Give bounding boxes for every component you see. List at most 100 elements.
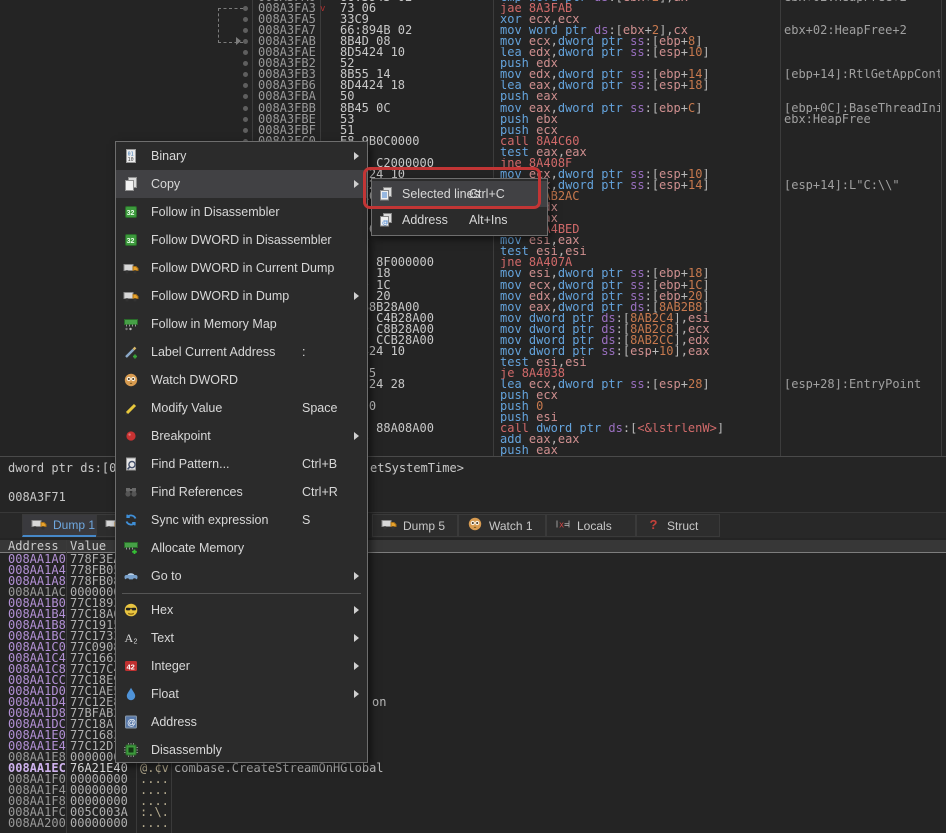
tab-label: Watch 1 [489,519,533,533]
chip-icon [123,742,139,758]
disassembly-row[interactable]: 008A3FB68D4424 18lea eax,dword ptr ss:[e… [0,80,946,91]
svg-text:x=: x= [559,521,569,531]
instruction-cell: test eax,eax [500,147,778,158]
menu-item-watch-dword[interactable]: Watch DWORD [116,366,367,394]
disassembly-row[interactable]: 008A3FAE8D5424 10lea edx,dword ptr ss:[e… [0,47,946,58]
row-bullet-icon [243,50,248,55]
menu-item-label: Follow DWORD in Dump [151,289,289,303]
instruction-cell: mov dword ptr ss:[esp+10],eax [500,346,778,357]
instruction-cell: mov esi,dword ptr ss:[ebp+18] [500,268,778,279]
menu-item-label: Copy [151,177,180,191]
row-bullet-icon [243,117,248,122]
menu-item-address[interactable]: @Address [116,708,367,736]
disassembly-row[interactable]: 008A3FAB8B4D 08mov ecx,dword ptr ss:[ebp… [0,36,946,47]
menu-item-follow-dword-in-dump[interactable]: Follow DWORD in Dump [116,282,367,310]
row-bullet-icon [243,28,248,33]
menu-item-find-references[interactable]: Find ReferencesCtrl+R [116,478,367,506]
disassembly-row[interactable]: 008A3FB252push edx [0,58,946,69]
menu-item-label: Find References [151,485,243,499]
menu-item-float[interactable]: Float [116,680,367,708]
tab-label: Dump 5 [403,519,445,533]
row-bullet-icon [243,83,248,88]
menu-item-label-current-address[interactable]: Label Current Address: [116,338,367,366]
row-bullet-icon [243,128,248,133]
truck-icon [381,516,397,535]
menu-item-go-to[interactable]: Go to [116,562,367,590]
comment-cell: [ebp+0C]:BaseThreadInitTh [784,103,940,114]
copy-address-icon: @ [378,212,394,228]
tab-dump-1[interactable]: Dump 1 [22,514,106,537]
menu-item-label: Follow DWORD in Current Dump [151,261,334,275]
tab-dump-5[interactable]: Dump 5 [372,514,458,537]
row-bullet-icon [243,17,248,22]
disassembly-row[interactable]: 008A3FA533C9xor ecx,ecx [0,14,946,25]
menu-item-modify-value[interactable]: Modify ValueSpace [116,394,367,422]
submenu-arrow-icon [354,606,359,614]
submenu-item-address[interactable]: @AddressAlt+Ins [372,207,547,233]
menu-item-allocate-memory[interactable]: Allocate Memory [116,534,367,562]
svg-text:32: 32 [127,238,135,245]
menu-item-copy[interactable]: Copy [116,170,367,198]
dump-row[interactable]: 008AA20000000000.... [0,818,946,829]
instruction-cell: jne 8A407A [500,257,778,268]
menu-item-follow-dword-in-disassembler[interactable]: 32 Follow DWORD in Disassembler [116,226,367,254]
row-bullet-icon [243,106,248,111]
submenu-arrow-icon [354,180,359,188]
svg-text:?: ? [650,517,658,532]
struct-icon: ? [645,516,661,535]
menu-item-label: Sync with expression [151,513,268,527]
tab-label: Locals [577,519,612,533]
instruction-cell: call 8A4C60 [500,136,778,147]
svg-text:42: 42 [127,662,135,671]
menu-item-shortcut: S [302,513,310,527]
submenu-item-shortcut: Alt+Ins [469,213,508,227]
address-book-icon: @ [123,714,139,730]
menu-item-label: Float [151,687,179,701]
menu-item-label: Binary [151,149,186,163]
menu-item-binary[interactable]: 0110Binary [116,142,367,170]
menu-item-follow-in-memory-map[interactable]: Follow in Memory Map [116,310,367,338]
comment-cell: [esp+28]:EntryPoint [784,379,940,390]
tab-watch-1[interactable]: Watch 1 [458,514,546,537]
disassembly-row[interactable]: 008A3FB38B55 14mov edx,dword ptr ss:[ebp… [0,69,946,80]
sync-icon [123,512,139,528]
tab-locals[interactable]: x= Locals [546,514,636,537]
disassembly-row[interactable]: 008A3FBE53push ebxebx:HeapFree [0,114,946,125]
instruction-cell: mov word ptr ds:[ebx+2],cx [500,25,778,36]
disassembly-row[interactable]: v008A3FA373 06jae 8A3FAB [0,3,946,14]
menu-item-label: Watch DWORD [151,373,238,387]
tab-struct[interactable]: ?Struct [636,514,720,537]
menu-item-find-pattern[interactable]: Find Pattern...Ctrl+B [116,450,367,478]
alloc-icon [123,540,139,556]
menu-item-shortcut: : [302,345,305,359]
chip32-icon: 32 [123,232,139,248]
menu-item-text[interactable]: A2Text [116,624,367,652]
menu-item-shortcut: Ctrl+B [302,457,337,471]
menu-item-integer[interactable]: 42Integer [116,652,367,680]
dump-ascii-cell: .... [140,818,169,829]
menu-item-label: Breakpoint [151,429,211,443]
instruction-cell: mov ecx,dword ptr ss:[ebp+1C] [500,280,778,291]
instruction-cell: mov dword ptr ds:[8AB2C4],esi [500,313,778,324]
instruction-cell: mov esi,eax [500,235,778,246]
text-icon: A2 [123,630,139,646]
menu-item-follow-in-disassembler[interactable]: 32Follow in Disassembler [116,198,367,226]
menu-item-sync-with-expression[interactable]: Sync with expression S [116,506,367,534]
disassembly-row[interactable]: 008A3FA766:894B 02mov word ptr ds:[ebx+2… [0,25,946,36]
instruction-cell: push edx [500,58,778,69]
disassembly-row[interactable]: 008A3FBF51push ecx [0,125,946,136]
disassembly-row[interactable]: 008A3FBB8B45 0Cmov eax,dword ptr ss:[ebp… [0,103,946,114]
menu-item-label: Modify Value [151,401,222,415]
menu-item-label: Follow DWORD in Disassembler [151,233,332,247]
truck-icon [31,516,47,535]
dump-address-cell: 008AA200 [8,818,66,829]
int42-icon: 42 [123,658,139,674]
disassembly-row[interactable]: 008A3FBA50push eax [0,91,946,102]
instruction-cell: mov edx,dword ptr ss:[ebp+20] [500,291,778,302]
menu-item-breakpoint[interactable]: Breakpoint [116,422,367,450]
locals-icon: x= [555,516,571,535]
menu-item-hex[interactable]: Hex [116,596,367,624]
menu-item-disassembly[interactable]: Disassembly [116,736,367,764]
menu-item-follow-dword-in-current-dump[interactable]: Follow DWORD in Current Dump [116,254,367,282]
menu-item-label: Allocate Memory [151,541,244,555]
